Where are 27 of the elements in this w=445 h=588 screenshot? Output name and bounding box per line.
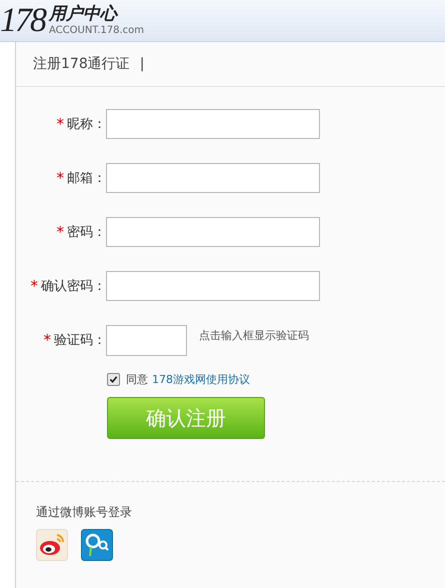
field-label: 昵称： (67, 116, 106, 133)
password-field[interactable] (106, 217, 320, 247)
field-label: 密码： (67, 224, 106, 241)
required-mark: * (56, 169, 64, 187)
title-separator: | (140, 56, 144, 72)
required-mark: * (44, 331, 51, 349)
field-label: 邮箱： (67, 170, 106, 187)
password-field[interactable] (106, 271, 320, 301)
social-login-label: 通过微博账号登录 (36, 504, 133, 521)
required-mark: * (56, 115, 64, 133)
logo-domain: ACCOUNT.178.com (49, 25, 144, 36)
section-title: 注册178通行证 (33, 55, 130, 73)
eye-logo-icon[interactable] (36, 529, 68, 561)
logo-title: 用户中心 (49, 3, 120, 25)
required-mark: * (56, 223, 64, 241)
text-field[interactable] (106, 109, 320, 139)
field-label: 验证码： (54, 332, 106, 349)
required-mark: * (30, 277, 38, 295)
pin-logo-icon[interactable] (81, 529, 113, 561)
captcha-hint: 点击输入框显示验证码 (199, 328, 309, 342)
agree-checkbox[interactable] (107, 372, 120, 386)
text-field[interactable] (106, 163, 320, 193)
logo-number: 178 (0, 6, 45, 36)
agree-text: 同意 (126, 372, 148, 386)
agreement-link[interactable]: 178游戏网使用协议 (152, 372, 250, 386)
captcha-field[interactable] (106, 324, 187, 356)
field-label: 确认密码： (41, 278, 106, 295)
